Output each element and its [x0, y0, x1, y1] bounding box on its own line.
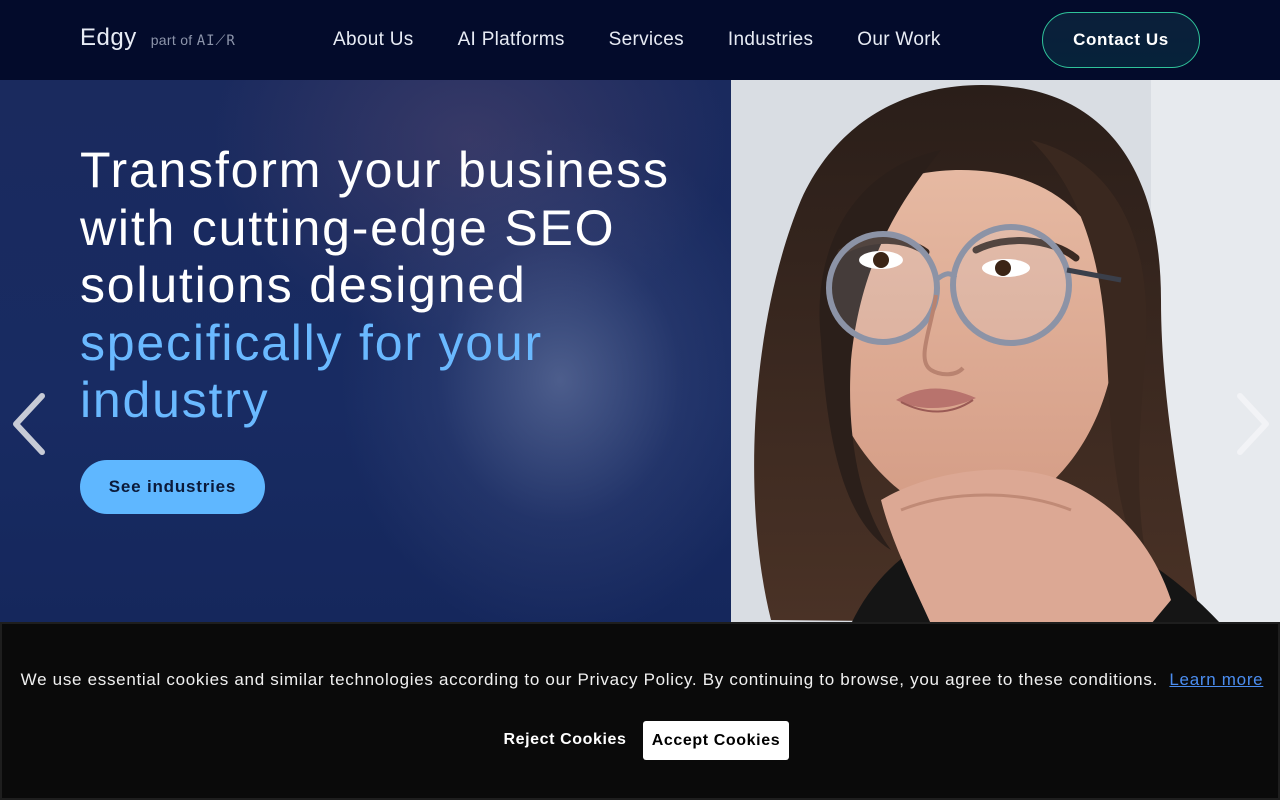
nav-ai-platforms[interactable]: AI Platforms: [458, 29, 565, 51]
headline-line-3: solutions designed: [80, 257, 527, 313]
woman-portrait-illustration: [731, 80, 1280, 624]
headline-accent-line-1: specifically for your: [80, 314, 543, 371]
headline-accent-line-2: industry: [80, 372, 270, 428]
cookie-message: We use essential cookies and similar tec…: [20, 670, 1158, 689]
reject-cookies-button[interactable]: Reject Cookies: [498, 721, 632, 759]
nav-industries[interactable]: Industries: [728, 29, 813, 51]
logo-wordmark[interactable]: Edgy: [80, 24, 137, 52]
main-nav: About Us AI Platforms Services Industrie…: [333, 29, 941, 51]
logo-parent-name: AI⟋R: [196, 33, 236, 49]
hero-headline: Transform your business with cutting-edg…: [80, 142, 720, 430]
contact-us-button[interactable]: Contact Us: [1042, 12, 1200, 68]
logo[interactable]: Edgy part of AI⟋R: [80, 24, 236, 52]
hero-photo: [731, 80, 1280, 624]
headline-line-2: with cutting-edge SEO: [80, 199, 616, 256]
cookie-banner: We use essential cookies and similar tec…: [0, 622, 1280, 800]
logo-parent-brand: part of AI⟋R: [151, 32, 236, 49]
carousel-prev-button[interactable]: [10, 392, 50, 456]
logo-part-of-text: part of: [150, 32, 193, 48]
learn-more-link[interactable]: Learn more: [1169, 670, 1263, 689]
nav-about-us[interactable]: About Us: [333, 29, 414, 51]
see-industries-button[interactable]: See industries: [80, 460, 265, 514]
nav-services[interactable]: Services: [609, 29, 684, 51]
hero-carousel: Transform your business with cutting-edg…: [0, 80, 1280, 624]
site-header: Edgy part of AI⟋R About Us AI Platforms …: [0, 0, 1280, 80]
cookie-message-row: We use essential cookies and similar tec…: [2, 670, 1280, 690]
headline-line-1: Transform your business: [80, 142, 670, 198]
chevron-left-icon: [13, 393, 45, 455]
chevron-right-icon: [1237, 393, 1269, 455]
nav-our-work[interactable]: Our Work: [857, 29, 940, 51]
accept-cookies-button[interactable]: Accept Cookies: [643, 721, 789, 760]
carousel-next-button[interactable]: [1232, 392, 1272, 456]
